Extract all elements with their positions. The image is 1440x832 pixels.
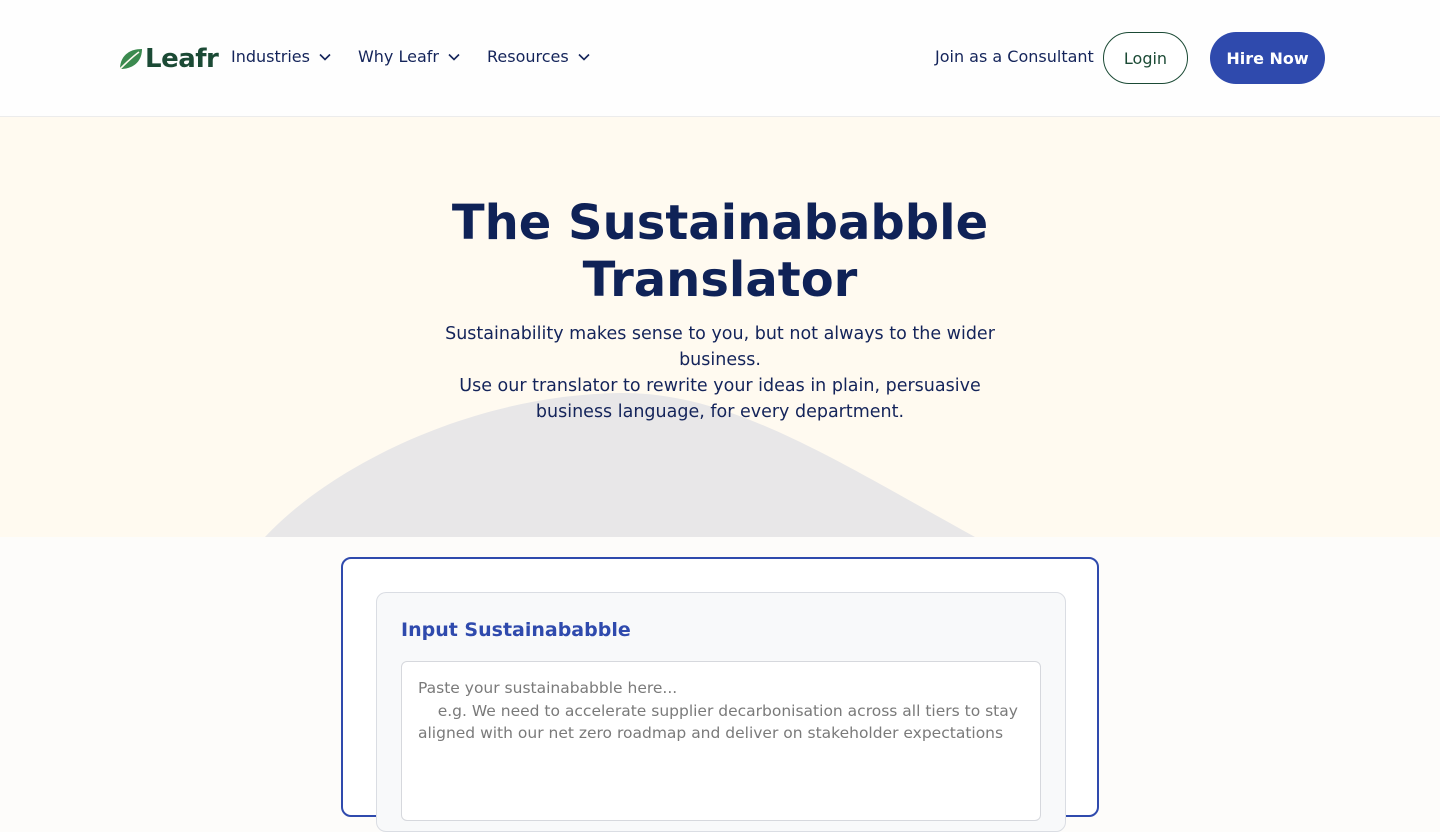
nav-industries[interactable]: Industries [231, 47, 332, 66]
translator-card: Input Sustainababble [341, 557, 1099, 832]
logo-text: Leafr [145, 44, 219, 74]
nav-label: Resources [486, 47, 569, 66]
nav-label: Why Leafr [357, 47, 439, 66]
nav-label: Industries [231, 47, 310, 66]
hire-now-button[interactable]: Hire Now [1210, 32, 1325, 84]
hero-subtitle-line: Use our translator to rewrite your ideas… [459, 376, 981, 422]
chevron-down-icon [578, 53, 590, 61]
logo[interactable]: Leafr [118, 44, 219, 74]
join-consultant-link[interactable]: Join as a Consultant [935, 47, 1094, 66]
sustainababble-input[interactable] [401, 661, 1041, 821]
main-nav: Industries Why Leafr Resources [231, 47, 617, 66]
input-panel: Input Sustainababble [376, 592, 1066, 832]
nav-why-leafr[interactable]: Why Leafr [358, 47, 461, 66]
chevron-down-icon [448, 53, 460, 61]
hero-subtitle-line: Sustainability makes sense to you, but n… [445, 324, 995, 370]
chevron-down-icon [319, 53, 331, 61]
site-header: Leafr Industries Why Leafr Resources Joi… [0, 0, 1440, 117]
login-button[interactable]: Login [1103, 32, 1188, 84]
nav-resources[interactable]: Resources [487, 47, 591, 66]
leaf-icon [119, 49, 142, 70]
page-title: The Sustainababble Translator [451, 195, 989, 308]
input-panel-title: Input Sustainababble [401, 619, 631, 641]
hero-subtitle: Sustainability makes sense to you, but n… [440, 321, 1000, 425]
hero-section: The Sustainababble Translator Sustainabi… [0, 117, 1440, 537]
